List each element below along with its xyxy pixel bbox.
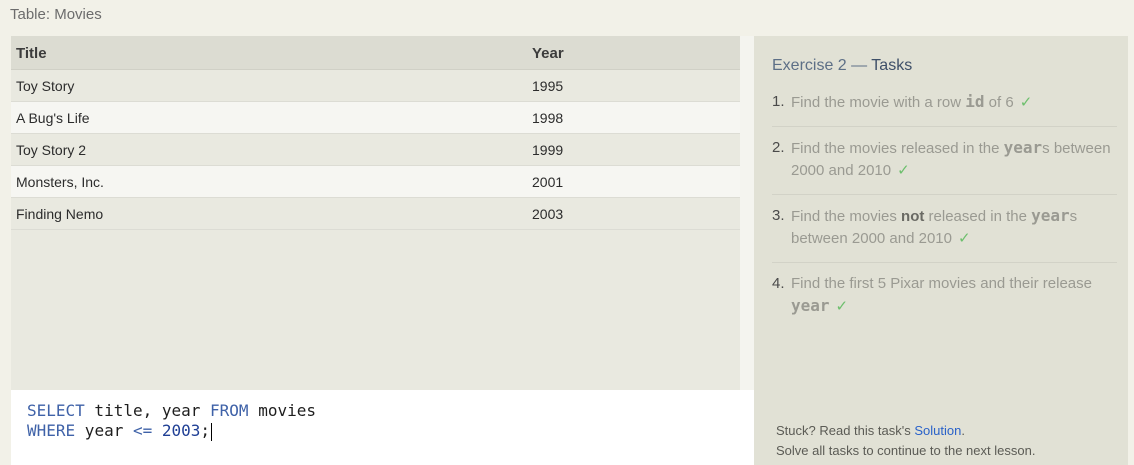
cell-year: 2001 (532, 174, 564, 190)
table-row: A Bug's Life 1998 (11, 102, 740, 134)
exercise-heading: Exercise 2 — Tasks (772, 57, 912, 75)
task-text: Find the movies released in the (791, 140, 1004, 157)
cell-title: Monsters, Inc. (16, 174, 104, 190)
task-text: Find the movies (791, 208, 902, 225)
sql-number: 2003 (161, 421, 201, 440)
task-emphasis: not (901, 208, 925, 225)
sql-text: ; (200, 421, 211, 440)
check-icon: ✓ (1019, 94, 1033, 111)
task-code-word: id (965, 92, 985, 111)
task-item: 3. Find the movies not released in the y… (772, 205, 1117, 263)
sql-keyword: SELECT (27, 401, 85, 420)
task-item: 4. Find the first 5 Pixar movies and the… (772, 273, 1117, 330)
column-header-title: Title (16, 45, 47, 62)
table-row: Monsters, Inc. 2001 (11, 166, 740, 198)
text-cursor (211, 422, 213, 441)
column-header-year: Year (532, 45, 564, 62)
check-icon: ✓ (897, 162, 910, 179)
table-header: Title Year (11, 36, 740, 70)
task-list: 1. Find the movie with a row id of 6 ✓ 2.… (772, 91, 1117, 340)
table-row: Toy Story 2 1999 (11, 134, 740, 166)
task-code-word: year (791, 296, 830, 315)
table-row: Toy Story 1995 (11, 70, 740, 102)
cell-title: A Bug's Life (16, 110, 90, 126)
stuck-line: Stuck? Read this task's Solution. (776, 421, 1035, 441)
sql-editor[interactable]: SELECT title, year FROM movies WHERE yea… (11, 390, 754, 465)
task-number: 1. (772, 93, 785, 110)
sql-keyword: WHERE (27, 421, 76, 440)
footer-note: Stuck? Read this task's Solution. Solve … (776, 421, 1035, 461)
task-code-word: year (1003, 138, 1043, 157)
sql-text: movies (248, 401, 316, 420)
cell-year: 2003 (532, 206, 564, 222)
check-icon: ✓ (835, 298, 849, 315)
task-number: 2. (772, 139, 785, 156)
cell-title: Finding Nemo (16, 206, 104, 222)
task-text: Find the first 5 Pixar movies and their … (791, 275, 1092, 292)
exercise-heading-tasks: Tasks (871, 57, 913, 74)
table-title: Table: Movies (10, 6, 102, 23)
cell-year: 1998 (532, 110, 564, 126)
table-row: Finding Nemo 2003 (11, 198, 740, 230)
tasks-panel: Exercise 2 — Tasks 1. Find the movie wit… (754, 36, 1128, 465)
sql-line-2: WHERE year <= 2003; (27, 421, 213, 441)
solution-link[interactable]: Solution (914, 423, 961, 438)
task-code-word: year (1031, 206, 1070, 225)
stuck-text: Stuck? Read this task's (776, 423, 915, 438)
panel-divider (740, 36, 754, 390)
sql-operator: <= (132, 421, 153, 440)
sql-line-1: SELECT title, year FROM movies (27, 401, 316, 420)
cell-title: Toy Story (16, 78, 75, 94)
check-icon: ✓ (957, 230, 971, 247)
cell-year: 1999 (532, 142, 564, 158)
task-text: of 6 (984, 94, 1014, 111)
task-item: 2. Find the movies released in the years… (772, 137, 1117, 195)
task-number: 3. (772, 207, 785, 224)
task-text: Find the movie with a row (791, 94, 966, 111)
results-table: Title Year Toy Story 1995 A Bug's Life 1… (11, 36, 740, 390)
task-text: released in the (924, 208, 1032, 225)
sql-text: year (75, 421, 133, 440)
sql-text: title, year (84, 401, 211, 420)
cell-title: Toy Story 2 (16, 142, 87, 158)
stuck-suffix: . (961, 423, 965, 438)
exercise-heading-prefix: Exercise 2 — (772, 57, 872, 74)
task-item: 1. Find the movie with a row id of 6 ✓ (772, 91, 1117, 127)
continue-note: Solve all tasks to continue to the next … (776, 443, 1036, 458)
sql-keyword: FROM (210, 401, 249, 420)
cell-year: 1995 (532, 78, 564, 94)
task-number: 4. (772, 275, 785, 292)
